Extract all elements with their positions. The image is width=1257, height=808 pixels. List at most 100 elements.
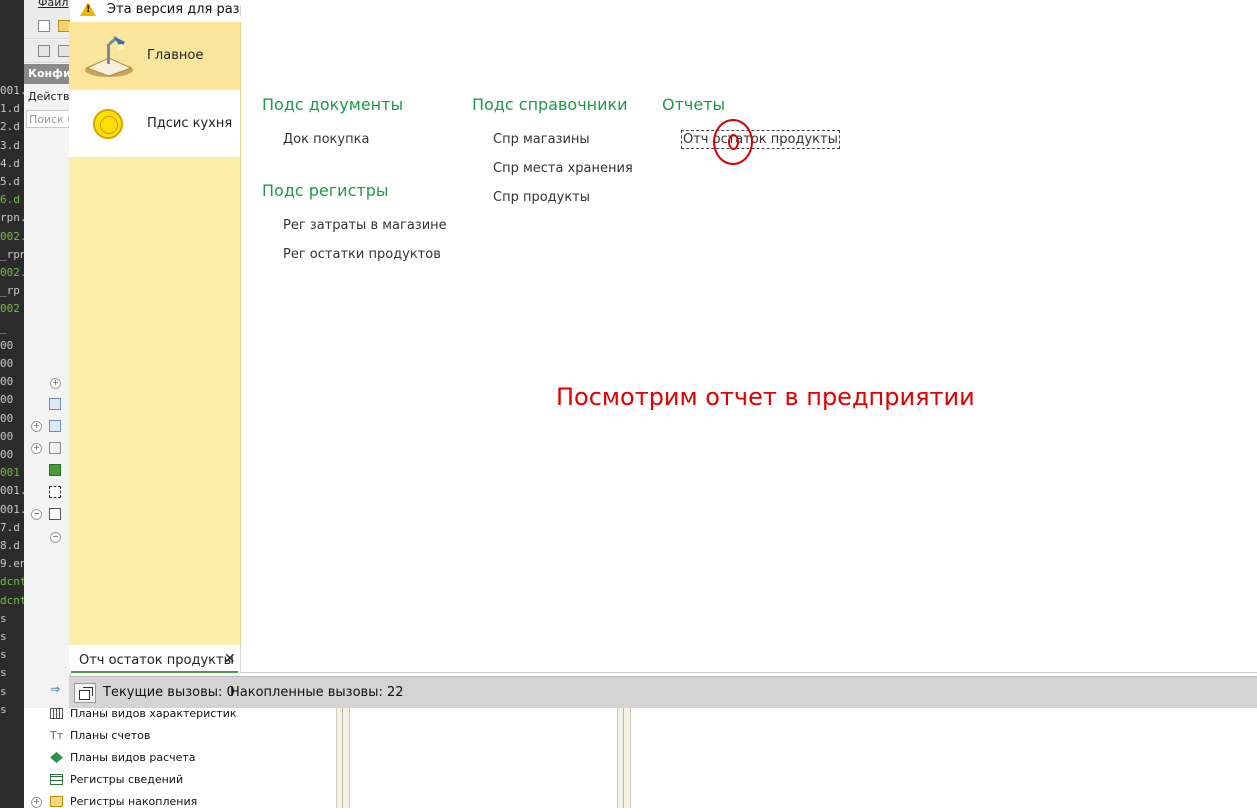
- group-title-catalogs: Подс справочники: [472, 95, 628, 114]
- link-cat-storage-places[interactable]: Спр места хранения: [493, 161, 633, 176]
- open-window-tab[interactable]: Отч остаток продукты ✕: [69, 645, 241, 673]
- current-calls: Текущие вызовы: 0: [103, 685, 235, 700]
- tree-row-accounts-plans[interactable]: Планы счетов: [70, 729, 150, 742]
- lamp-icon: [85, 36, 133, 77]
- close-icon[interactable]: ✕: [224, 651, 236, 667]
- file-name-fragment: s: [0, 666, 7, 680]
- tree-row-accum-registers[interactable]: Регистры накопления: [70, 795, 197, 808]
- collapse-icon[interactable]: −: [31, 509, 42, 520]
- file-name-fragment: s: [0, 648, 7, 662]
- file-name-fragment: 3.d: [0, 138, 20, 152]
- file-name-fragment: _rp: [0, 284, 20, 298]
- group-documents: Подс документы: [262, 95, 403, 114]
- reports-icon: [49, 464, 61, 476]
- section-main[interactable]: Главное: [69, 22, 240, 89]
- accounts-plan-icon: Тт: [50, 729, 64, 742]
- file-name-fragment: 9.en: [0, 557, 24, 571]
- enumerations-icon: [49, 442, 61, 454]
- file-name-fragment: _rpn: [0, 247, 24, 261]
- calc-plan-icon: [50, 752, 63, 763]
- sections-panel: Главное Пдсис кухня: [69, 22, 241, 645]
- file-name-fragment: _: [0, 320, 7, 334]
- group-registers: Подс регистры: [262, 181, 388, 200]
- processing-icon: [49, 486, 61, 498]
- section-main-label: Главное: [147, 48, 204, 63]
- documents-journal-icon: [49, 420, 61, 432]
- file-name-fragment: 5.d: [0, 175, 20, 188]
- file-name-fragment: 6.d: [0, 193, 20, 207]
- file-name-fragment: dcntr: [0, 575, 24, 589]
- file-name-fragment: 00: [0, 393, 14, 407]
- file-name-fragment: 001.t: [0, 84, 24, 97]
- section-kitchen-label: Пдсис кухня: [147, 116, 233, 131]
- accum-register-icon: [50, 796, 63, 807]
- file-name-fragment: 1.d: [0, 102, 20, 116]
- info-register-icon: [50, 774, 63, 785]
- file-name-fragment: 7.d: [0, 520, 20, 534]
- file-name-fragment: 00: [0, 448, 14, 461]
- accumulated-calls: Накопленные вызовы: 22: [230, 685, 404, 700]
- section-kitchen[interactable]: Пдсис кухня: [69, 90, 240, 157]
- file-name-fragment: 4.d: [0, 156, 20, 170]
- video-caption: Посмотрим отчет в предприятии: [556, 383, 975, 411]
- file-name-fragment: 002: [0, 302, 20, 316]
- link-cat-products[interactable]: Спр продукты: [493, 190, 590, 205]
- toolbar-list-icon[interactable]: [38, 45, 50, 57]
- configurator-metadata-tree: ⇒ Планы видов характеристик Тт Планы сче…: [24, 682, 334, 808]
- file-name-fragment: 00: [0, 429, 14, 443]
- char-plan-icon: [50, 708, 63, 719]
- file-name-fragment: s: [0, 702, 7, 716]
- group-title-reports: Отчеты: [662, 95, 726, 114]
- group-reports: Отчеты: [662, 95, 725, 114]
- link-reg-store-costs[interactable]: Рег затраты в магазине: [283, 218, 447, 233]
- file-name-fragment: s: [0, 630, 7, 643]
- file-name-fragment: s: [0, 684, 7, 698]
- tree-row-info-registers[interactable]: Регистры сведений: [70, 773, 183, 786]
- windows-icon: [79, 690, 90, 700]
- file-name-fragment: 001.t: [0, 502, 24, 516]
- configurator-toolbar: [24, 40, 70, 63]
- group-title-registers: Подс регистры: [262, 181, 389, 200]
- file-name-fragment: 00: [0, 357, 14, 370]
- group-catalogs: Подс справочники: [472, 95, 628, 114]
- open-window-tab-label: Отч остаток продукты: [79, 653, 234, 668]
- file-name-fragment: dcnt: [0, 593, 24, 607]
- configuration-tab[interactable]: Конфи: [24, 64, 70, 84]
- common-modules-icon: [49, 398, 61, 410]
- link-report-product-balance[interactable]: Отч остаток продукты: [681, 130, 840, 149]
- tree-row-char-plans[interactable]: Планы видов характеристик: [70, 707, 237, 720]
- file-name-fragment: 8.d: [0, 539, 20, 552]
- collapse-icon[interactable]: −: [50, 532, 61, 543]
- expand-icon[interactable]: +: [31, 797, 42, 808]
- cursor-highlight: [713, 119, 753, 165]
- file-name-fragment: 001: [0, 466, 20, 480]
- expand-icon[interactable]: +: [50, 378, 61, 389]
- windows-button[interactable]: [74, 683, 96, 703]
- link-reg-product-balances[interactable]: Рег остатки продуктов: [283, 247, 441, 262]
- file-name-fragment: 00: [0, 338, 14, 352]
- configurator-search-input[interactable]: Поиск (: [26, 110, 70, 128]
- file-name-fragment: 002.: [0, 266, 24, 279]
- new-doc-icon[interactable]: [38, 20, 50, 32]
- tree-row-calc-plans[interactable]: Планы видов расчета: [70, 751, 196, 764]
- configurator-toolbar-top: [24, 16, 70, 39]
- performance-status-bar: Текущие вызовы: 0 Накопленные вызовы: 22: [69, 676, 1257, 709]
- column-splitter[interactable]: [336, 708, 350, 808]
- expand-icon[interactable]: +: [31, 443, 42, 454]
- configurator-editor-columns: [334, 708, 1257, 808]
- expand-icon[interactable]: +: [31, 421, 42, 432]
- actions-menu[interactable]: Действ: [28, 90, 69, 103]
- file-name-fragment: 2.d: [0, 120, 20, 134]
- file-name-fragment: 00: [0, 375, 14, 389]
- divider: [241, 672, 1257, 673]
- menu-file[interactable]: Файл: [38, 0, 68, 9]
- background-file-list: 001.t 1.d 2.d 3.d 4.d 5.d 6.d rpn. 002.d _rpn 002.…: [0, 0, 24, 808]
- version-warning-bar: ! Эта версия для разра: [70, 0, 241, 23]
- column-splitter[interactable]: [617, 708, 631, 808]
- link-doc-purchase[interactable]: Док покупка: [283, 132, 369, 147]
- link-cat-stores[interactable]: Спр магазины: [493, 132, 590, 147]
- warning-text: Эта версия для разра: [107, 2, 241, 17]
- group-title-documents: Подс документы: [262, 95, 404, 114]
- tree-arrow-icon: ⇒: [50, 682, 61, 696]
- coin-icon: [93, 109, 123, 139]
